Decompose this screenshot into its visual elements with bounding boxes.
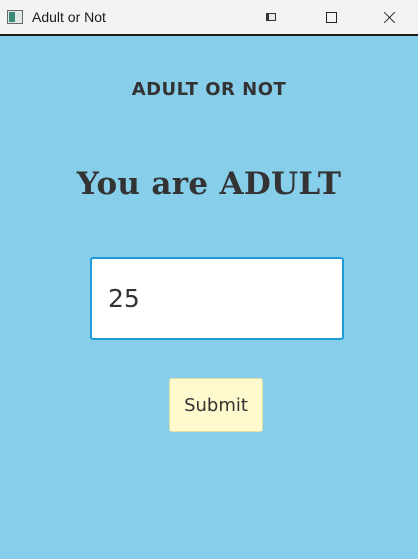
maximize-icon [325, 11, 337, 23]
age-input[interactable] [90, 257, 344, 340]
minimize-icon [266, 13, 276, 21]
main-content: ADULT OR NOT You are ADULT Submit [0, 36, 418, 559]
window-title: Adult or Not [32, 9, 106, 25]
minimize-button[interactable] [248, 0, 294, 34]
close-icon [383, 11, 396, 24]
submit-button[interactable]: Submit [169, 378, 263, 432]
close-button[interactable] [366, 0, 412, 34]
maximize-button[interactable] [308, 0, 354, 34]
result-text: You are ADULT [76, 166, 342, 202]
page-heading: ADULT OR NOT [131, 79, 287, 100]
app-window: Adult or Not ADULT OR NOT You are ADULT … [0, 0, 418, 559]
app-window-icon [7, 10, 23, 24]
title-bar[interactable]: Adult or Not [0, 0, 418, 36]
